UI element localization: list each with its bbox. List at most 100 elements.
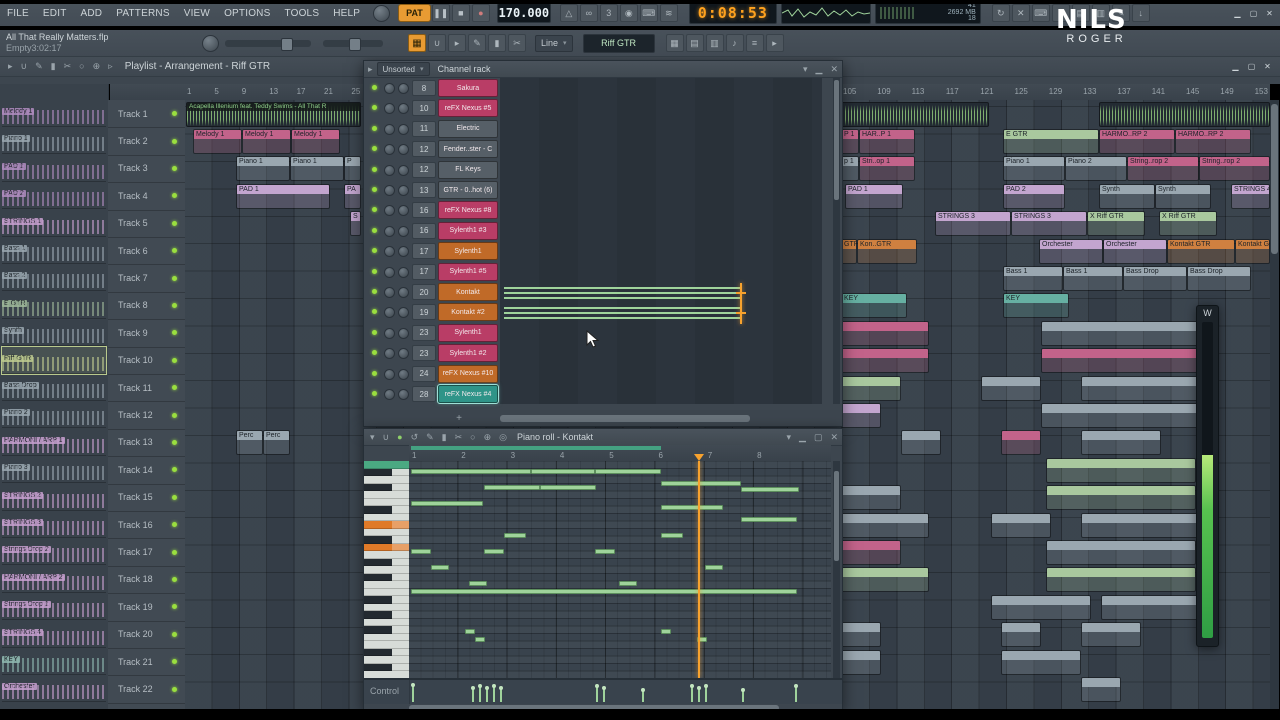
- pattern-clip[interactable]: Kon..GTR: [857, 238, 917, 264]
- detach-icon[interactable]: ▾: [799, 64, 812, 75]
- channel-pan-knob[interactable]: [384, 144, 395, 156]
- pattern-clip[interactable]: Synth: [1155, 183, 1211, 209]
- pattern-thumb-melody-1[interactable]: Melody 1: [2, 100, 106, 127]
- channel-mute-led[interactable]: [372, 207, 377, 213]
- menu-item-view[interactable]: VIEW: [177, 8, 217, 19]
- pattern-thumb-riff-gtr[interactable]: Riff GTR: [1, 345, 107, 375]
- minimize-icon[interactable]: ▁: [795, 432, 810, 443]
- velocity-stem[interactable]: [740, 688, 745, 702]
- playback-icon[interactable]: ▹: [104, 61, 117, 72]
- pattern-thumb-strings-drop-2[interactable]: Strings Drop 2: [2, 538, 106, 566]
- channel-volume-knob[interactable]: [398, 287, 409, 298]
- oscilloscope[interactable]: [780, 2, 871, 24]
- pattern-clip[interactable]: [841, 622, 881, 648]
- velocity-stem[interactable]: [640, 688, 645, 702]
- channel-button-sylenth1-3[interactable]: Sylenth1 #3: [438, 221, 498, 240]
- pattern-clip[interactable]: Synth: [1099, 183, 1155, 209]
- channel-button-fender-ster-c[interactable]: Fender..ster - C: [438, 140, 498, 159]
- piano-roll-titlebar[interactable]: ▾ ∪ ● ↺ ✎ ▮ ✂ ○ ⊕ ◎ Piano roll - Kontakt ▾ ▁ ▢ ✕: [364, 429, 842, 446]
- midi-note[interactable]: [661, 505, 723, 510]
- midi-note[interactable]: [411, 469, 531, 474]
- pattern-clip[interactable]: [1041, 320, 1199, 346]
- track-led-icon[interactable]: [172, 576, 177, 582]
- pattern-thumb-piano-3[interactable]: Piano 3: [2, 456, 106, 484]
- track-header-4[interactable]: Track 4: [108, 182, 185, 211]
- pattern-thumb-bass-1[interactable]: Bass 1: [2, 237, 106, 264]
- pattern-clip[interactable]: [1001, 622, 1041, 648]
- add-channel-button[interactable]: +: [452, 412, 466, 424]
- pattern-thumb-pad-1[interactable]: PAD 1: [2, 155, 106, 182]
- magnet-icon[interactable]: ∪: [17, 61, 32, 72]
- pattern-clip[interactable]: [841, 649, 881, 675]
- window-minimize-button[interactable]: ▁: [1231, 8, 1244, 19]
- pattern-clip[interactable]: Perc: [236, 430, 263, 456]
- midi-note[interactable]: [619, 581, 637, 586]
- track-header-9[interactable]: Track 9: [108, 319, 185, 348]
- piano-key[interactable]: [364, 476, 409, 484]
- step-sequencer-area[interactable]: [500, 78, 822, 404]
- rack-vscrollbar[interactable]: [833, 78, 840, 404]
- pattern-clip[interactable]: P: [344, 156, 361, 182]
- pattern-clip[interactable]: [1001, 430, 1041, 456]
- pattern-thumb-harmoni-arp-1[interactable]: HARMONI / ARP 1: [2, 429, 106, 456]
- track-led-icon[interactable]: [172, 686, 177, 692]
- channel-button-gtr-0-hot-6-[interactable]: GTR - 0..hot (6): [438, 181, 498, 199]
- track-led-icon[interactable]: [172, 549, 177, 555]
- channel-mute-led[interactable]: [372, 105, 377, 111]
- velocity-stem[interactable]: [410, 683, 415, 702]
- track-led-icon[interactable]: [172, 111, 177, 117]
- track-led-icon[interactable]: [172, 467, 177, 473]
- pattern-clip[interactable]: HARMO..RP 2: [1175, 128, 1251, 154]
- scroll-thumb[interactable]: [834, 471, 839, 561]
- pause-button[interactable]: ❚❚: [431, 4, 450, 22]
- menu-item-add[interactable]: ADD: [74, 8, 110, 19]
- pattern-clip[interactable]: PAD 2: [1003, 183, 1065, 209]
- channel-volume-knob[interactable]: [398, 144, 409, 156]
- piano-key[interactable]: [364, 663, 409, 671]
- piano-key[interactable]: [364, 498, 409, 506]
- track-led-icon[interactable]: [172, 631, 177, 637]
- pattern-clip[interactable]: [841, 485, 901, 511]
- channel-button-kontakt[interactable]: Kontakt: [438, 283, 498, 301]
- close-icon[interactable]: ✕: [826, 64, 842, 75]
- pattern-clip[interactable]: Melody 1: [193, 128, 242, 154]
- channel-volume-knob[interactable]: [398, 83, 409, 94]
- pattern-clip[interactable]: [991, 594, 1091, 620]
- piano-key[interactable]: [364, 506, 409, 514]
- piano-roll-window[interactable]: ▾ ∪ ● ↺ ✎ ▮ ✂ ○ ⊕ ◎ Piano roll - Kontakt ▾ ▁ ▢ ✕ …: [363, 428, 843, 711]
- piano-key[interactable]: [364, 573, 409, 581]
- pattern-clip[interactable]: GTR: [841, 238, 857, 264]
- track-led-icon[interactable]: [172, 330, 177, 336]
- stop-button[interactable]: ■: [451, 4, 470, 22]
- pattern-clip[interactable]: String..rop 2: [1199, 156, 1270, 182]
- track-led-icon[interactable]: [172, 494, 177, 500]
- slider-thumb[interactable]: [349, 37, 361, 51]
- midi-note[interactable]: [469, 581, 487, 586]
- pattern-clip[interactable]: Bass Drop: [1123, 265, 1187, 291]
- scroll-thumb[interactable]: [1271, 104, 1278, 254]
- pattern-clip[interactable]: [1046, 457, 1196, 483]
- pattern-clip[interactable]: Orchester: [1103, 238, 1167, 264]
- piano-key[interactable]: [364, 641, 409, 649]
- pattern-clip[interactable]: Melody 1: [291, 128, 340, 154]
- pattern-thumb-e-gtr[interactable]: E GTR: [2, 292, 106, 319]
- pattern-thumb-pad-2[interactable]: PAD 2: [2, 182, 106, 210]
- pattern-clip[interactable]: PAD 1: [236, 183, 330, 209]
- channel-mute-led[interactable]: [372, 187, 377, 192]
- pattern-clip[interactable]: [841, 539, 901, 565]
- pattern-clip[interactable]: [1081, 375, 1199, 401]
- piano-key[interactable]: [364, 633, 409, 641]
- pattern-clip[interactable]: [841, 375, 901, 401]
- piano-key[interactable]: [364, 603, 409, 611]
- pattern-clip[interactable]: [1081, 622, 1141, 648]
- channel-mute-led[interactable]: [372, 391, 377, 396]
- pattern-clip[interactable]: STRINGS 3: [1011, 211, 1087, 237]
- control-lane[interactable]: Control: [364, 678, 842, 711]
- track-led-icon[interactable]: [172, 604, 177, 610]
- channel-volume-knob[interactable]: [398, 307, 409, 319]
- midi-note[interactable]: [411, 549, 431, 554]
- midi-note[interactable]: [504, 533, 526, 538]
- track-header-19[interactable]: Track 19: [108, 593, 185, 622]
- velocity-stem[interactable]: [484, 686, 489, 702]
- record-button[interactable]: ●: [471, 4, 490, 22]
